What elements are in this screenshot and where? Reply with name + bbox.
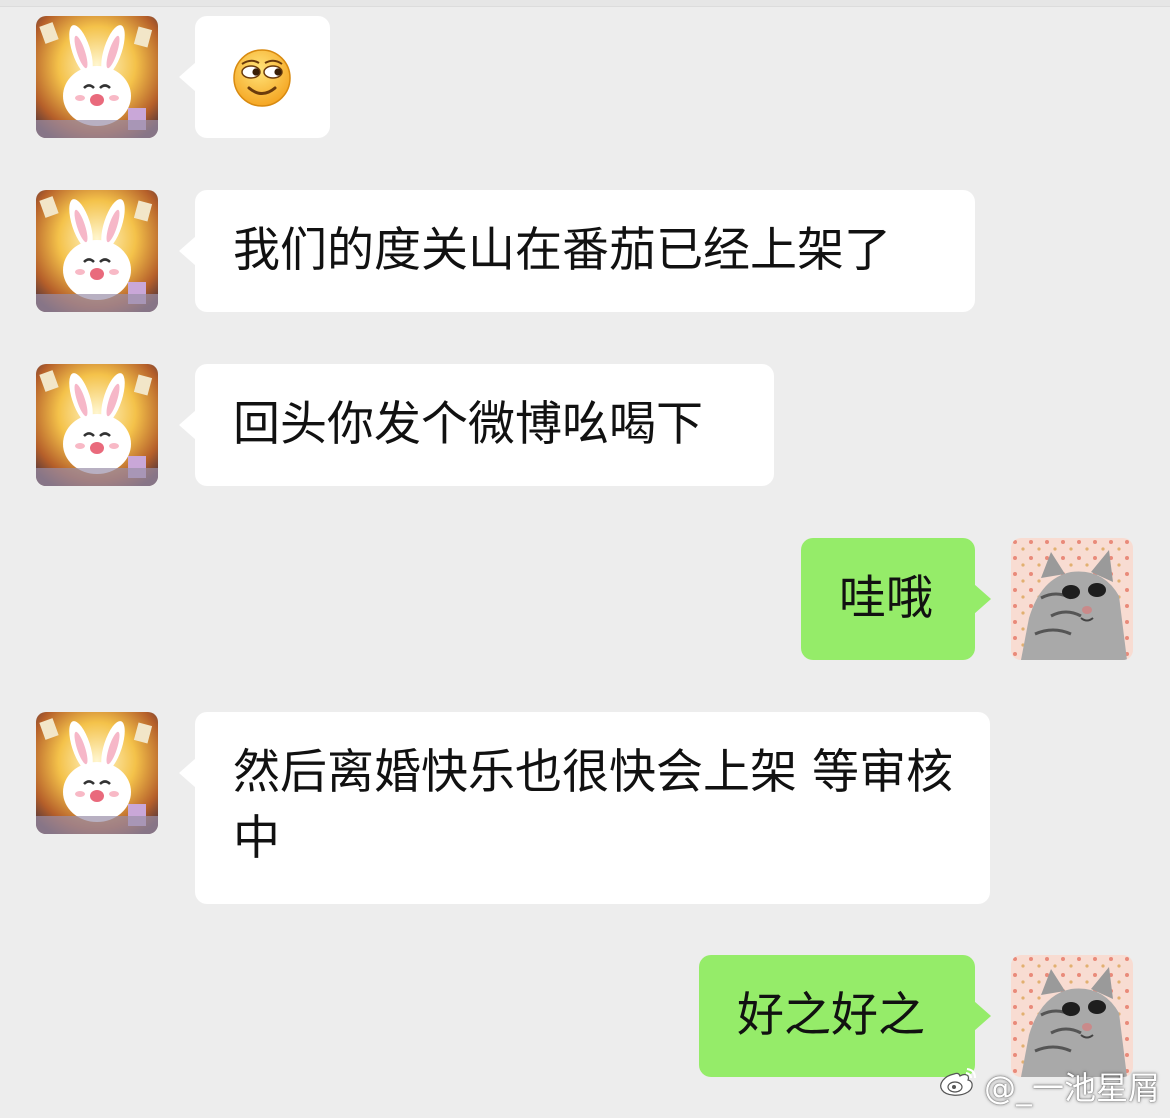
contact-avatar[interactable] [36,16,158,138]
contact-avatar[interactable] [36,190,158,312]
bubble-tail [974,1001,991,1031]
message-text: 好之好之 [737,988,925,1043]
watermark-text: @_一池星屑 [983,1069,1160,1107]
message-bubble[interactable]: 我们的度关山在番茄已经上架了 [179,190,975,312]
bubble-tail [179,758,196,788]
weibo-watermark: @_一池星屑 [938,1066,1160,1107]
message-text: 然后离婚快乐也很快会上架 等审核中 [233,745,953,866]
smirk-emoji-icon [232,48,292,126]
bubble-tail [974,584,991,614]
bubble-tail [179,410,196,440]
message-text: 回头你发个微博吆喝下 [233,397,703,452]
contact-avatar[interactable] [36,364,158,486]
top-divider [0,0,1170,7]
message-bubble[interactable] [179,16,330,138]
weibo-logo-icon [938,1066,978,1106]
bubble-tail [179,62,196,92]
my-avatar[interactable] [1011,955,1133,1077]
bubble-tail [179,236,196,266]
message-bubble[interactable]: 然后离婚快乐也很快会上架 等审核中 [179,712,990,904]
message-bubble[interactable]: 好之好之 [699,955,991,1077]
my-avatar[interactable] [1011,538,1133,660]
message-text: 哇哦 [839,571,933,626]
contact-avatar[interactable] [36,712,158,834]
message-bubble[interactable]: 回头你发个微博吆喝下 [179,364,774,486]
message-bubble[interactable]: 哇哦 [801,538,991,660]
message-text: 我们的度关山在番茄已经上架了 [233,223,891,278]
